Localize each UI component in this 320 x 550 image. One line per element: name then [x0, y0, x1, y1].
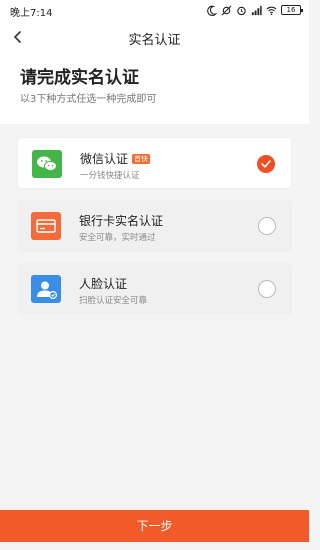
nav-bar: 实名认证: [0, 22, 309, 52]
option-description: 安全可靠，实时通过: [79, 233, 156, 243]
face-id-icon: [31, 275, 61, 303]
option-title-text: 微信认证: [80, 152, 129, 166]
option-title: 银行卡实名认证: [79, 214, 164, 228]
bottom-strip: [0, 542, 309, 550]
notification-off-icon: [221, 5, 232, 15]
alarm-icon: [237, 6, 246, 15]
radio-unchecked[interactable]: [258, 280, 276, 298]
moon-icon: [207, 5, 217, 16]
next-step-button[interactable]: 下一步: [0, 510, 309, 542]
section-heading: 请完成实名认证: [20, 68, 139, 88]
option-title: 微信认证 首快: [80, 150, 151, 167]
check-icon: [261, 160, 271, 168]
option-wechat-verification[interactable]: 微信认证 首快 一分钱快捷认证: [17, 137, 292, 189]
option-bank-card-verification[interactable]: 银行卡实名认证 安全可靠，实时通过: [17, 200, 292, 252]
battery-indicator: 16: [281, 5, 303, 15]
bank-card-icon: [31, 212, 61, 240]
wifi-icon: [266, 6, 277, 15]
option-description: 一分钱快捷认证: [80, 171, 140, 181]
recommended-badge: 首快: [132, 154, 151, 164]
status-icons: 16: [206, 3, 303, 17]
status-time: 晚上7:14: [10, 8, 53, 19]
option-face-verification[interactable]: 人脸认证 扫脸认证安全可靠: [17, 263, 292, 315]
page-title: 实名认证: [128, 33, 181, 48]
radio-unchecked[interactable]: [258, 217, 276, 235]
option-title: 人脸认证: [79, 277, 128, 291]
section-subtitle: 以3下种方式任选一种完成即可: [20, 94, 157, 105]
signal-icon: [251, 5, 262, 15]
status-bar: 晚上7:14 16: [0, 0, 309, 22]
option-description: 扫脸认证安全可靠: [79, 296, 148, 306]
radio-checked[interactable]: [257, 155, 275, 173]
wechat-icon: [32, 150, 62, 178]
